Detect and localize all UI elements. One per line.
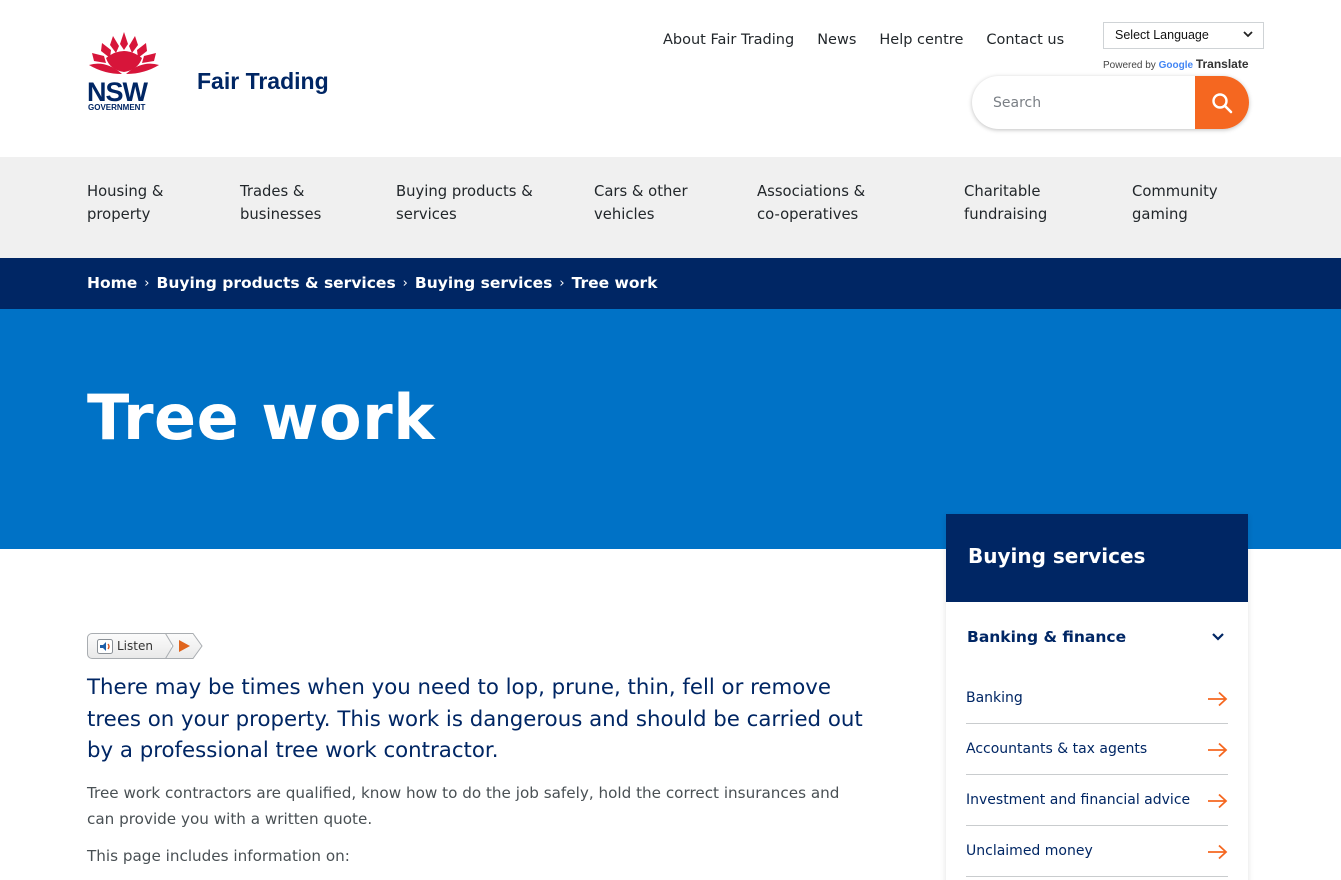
sidebar-title[interactable]: Buying services	[946, 514, 1248, 602]
nsw-government-logo[interactable]: NSW GOVERNMENT	[86, 30, 162, 114]
chevron-down-icon	[1243, 31, 1253, 38]
nav-item-buying-products-services[interactable]: Buying products & services	[396, 180, 533, 226]
utility-link-news[interactable]: News	[817, 30, 856, 50]
nav-item-associations-cooperatives[interactable]: Associations & co-operatives	[757, 180, 865, 226]
arrow-right-icon	[1208, 691, 1228, 707]
waratah-logo-icon: NSW GOVERNMENT	[87, 32, 159, 112]
utility-link-help-centre[interactable]: Help centre	[879, 30, 963, 50]
utility-nav: About Fair Trading News Help centre Cont…	[663, 30, 1087, 50]
sidebar-section-toggle[interactable]: Banking & finance	[946, 614, 1248, 662]
page-hero: Tree work	[0, 309, 1341, 549]
arrow-right-icon	[1208, 742, 1228, 758]
breadcrumb-current: Tree work	[571, 274, 658, 292]
listen-button[interactable]: Listen	[87, 633, 203, 659]
search-box	[972, 76, 1249, 129]
sidebar-nav: Buying services Banking & finance Bankin…	[946, 514, 1248, 880]
powered-by-google-translate: Powered by Google Translate	[1103, 57, 1249, 71]
listen-label: Listen	[117, 639, 153, 653]
site-header: NSW GOVERNMENT Fair Trading About Fair T…	[0, 0, 1341, 157]
intro-lead: There may be times when you need to lop,…	[87, 675, 863, 763]
nav-item-cars-vehicles[interactable]: Cars & other vehicles	[594, 180, 688, 226]
sidebar-link-accountants[interactable]: Accountants & tax agents	[966, 724, 1228, 775]
breadcrumb-separator-icon: ›	[559, 275, 565, 291]
play-icon	[165, 633, 203, 659]
sidebar-link-unclaimed-money[interactable]: Unclaimed money	[966, 826, 1228, 877]
breadcrumb-separator-icon: ›	[144, 275, 150, 291]
breadcrumb-buying-services[interactable]: Buying services	[415, 274, 553, 292]
google-logo: Google	[1158, 60, 1194, 71]
arrow-right-icon	[1208, 844, 1228, 860]
breadcrumb-buying-products-services[interactable]: Buying products & services	[157, 274, 396, 292]
nav-item-charitable-fundraising[interactable]: Charitable fundraising	[964, 180, 1047, 226]
arrow-right-icon	[1208, 793, 1228, 809]
chevron-down-icon	[1212, 633, 1224, 641]
language-select[interactable]: Select Language	[1103, 22, 1264, 49]
breadcrumb: Home › Buying products & services › Buyi…	[0, 258, 1341, 309]
breadcrumb-home[interactable]: Home	[87, 274, 137, 292]
language-select-value: Select Language	[1115, 28, 1209, 42]
site-name[interactable]: Fair Trading	[197, 68, 329, 95]
utility-link-about[interactable]: About Fair Trading	[663, 30, 794, 50]
breadcrumb-separator-icon: ›	[402, 275, 408, 291]
utility-link-contact[interactable]: Contact us	[986, 30, 1064, 50]
nav-item-trades-businesses[interactable]: Trades & businesses	[240, 180, 321, 226]
translate-link[interactable]: Translate	[1196, 57, 1249, 71]
sidebar-section-label: Banking & finance	[967, 628, 1127, 646]
page-title: Tree work	[87, 381, 435, 454]
body-paragraph: Tree work contractors are qualified, kno…	[87, 784, 840, 828]
speaker-icon	[97, 639, 113, 654]
nav-item-community-gaming[interactable]: Community gaming	[1132, 180, 1218, 226]
nav-item-housing-property[interactable]: Housing & property	[87, 180, 163, 226]
search-button[interactable]	[1195, 76, 1249, 129]
search-input[interactable]	[972, 76, 1195, 129]
body-paragraph: This page includes information on:	[87, 847, 350, 865]
main-nav: Housing & property Trades & businesses B…	[0, 157, 1341, 258]
sidebar-link-banking[interactable]: Banking	[966, 673, 1228, 724]
sidebar-link-investment-advice[interactable]: Investment and financial advice	[966, 775, 1228, 826]
svg-text:GOVERNMENT: GOVERNMENT	[88, 103, 145, 112]
search-icon	[1212, 92, 1233, 113]
